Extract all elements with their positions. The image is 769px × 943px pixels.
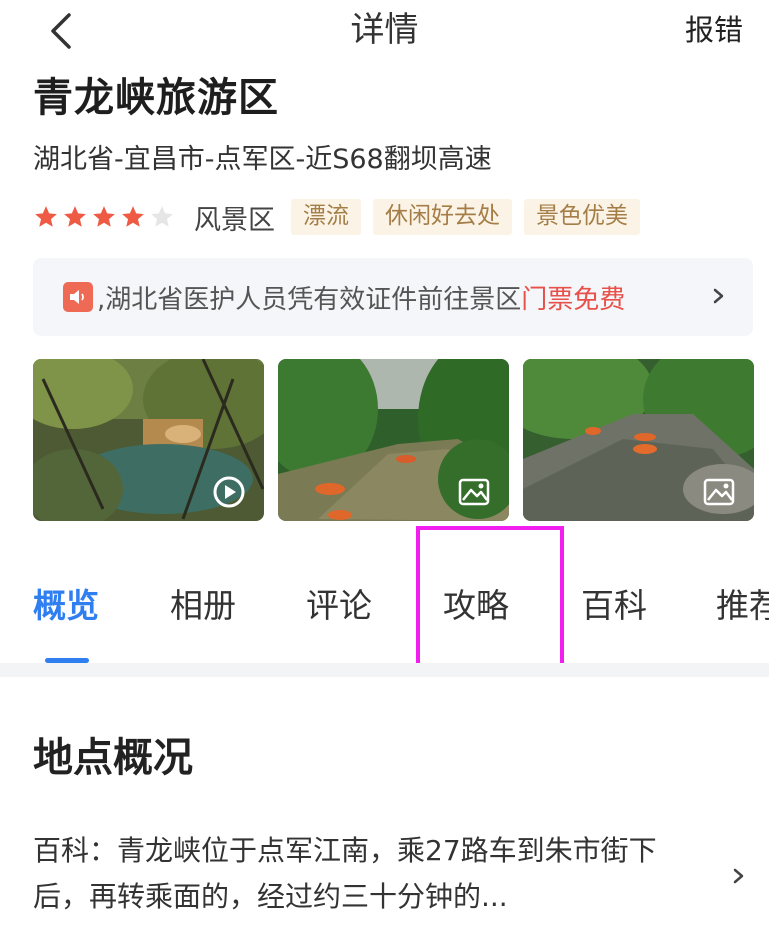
chevron-right-icon[interactable] xyxy=(731,862,747,890)
meta-row: 风景区 漂流 休闲好去处 景色优美 xyxy=(33,196,652,238)
tag-badge: 景色优美 xyxy=(524,199,640,235)
overview-body[interactable]: 百科：青龙峡位于点军江南，乘27路车到朱市街下后，再转乘面的，经过约三十分钟的.… xyxy=(33,828,683,920)
star-empty-icon xyxy=(151,206,173,227)
video-thumbnail[interactable] xyxy=(33,359,264,521)
place-name: 青龙峡旅游区 xyxy=(33,75,279,121)
play-icon xyxy=(213,476,245,508)
tab-recommend[interactable]: 推荐 xyxy=(716,584,769,628)
highlight-annotation-box xyxy=(416,526,564,667)
page-title: 详情 xyxy=(350,10,419,50)
photo-strip xyxy=(33,359,754,521)
tab-overview[interactable]: 概览 xyxy=(33,584,99,628)
tab-album[interactable]: 相册 xyxy=(170,584,236,628)
report-error-button[interactable]: 报错 xyxy=(685,10,743,50)
top-bar: 详情 报错 xyxy=(0,0,769,62)
notice-prefix: ,湖北省医护人员凭有效证件前往景区 xyxy=(97,284,522,315)
photo-thumbnail[interactable] xyxy=(278,359,509,521)
star-filled-icon xyxy=(35,206,57,227)
rating-stars xyxy=(33,204,178,230)
place-address: 湖北省-宜昌市-点军区-近S68翻坝高速 xyxy=(33,144,492,175)
tab-bar: 概览 相册 评论 攻略 百科 推荐 xyxy=(0,570,769,644)
tab-reviews[interactable]: 评论 xyxy=(306,584,372,628)
star-filled-icon xyxy=(93,206,115,227)
section-divider xyxy=(0,663,769,677)
star-filled-icon xyxy=(64,206,86,227)
chevron-right-icon xyxy=(713,288,724,304)
speaker-icon xyxy=(63,282,93,312)
photo-thumbnail[interactable] xyxy=(523,359,754,521)
overview-title: 地点概况 xyxy=(33,735,193,781)
tab-encyclopedia[interactable]: 百科 xyxy=(581,584,647,628)
image-icon xyxy=(703,478,735,506)
notice-banner[interactable]: ,湖北省医护人员凭有效证件前往景区门票免费 xyxy=(33,258,753,336)
notice-highlight: 门票免费 xyxy=(521,284,626,315)
image-icon xyxy=(458,478,490,506)
tag-badge: 漂流 xyxy=(291,199,361,235)
place-category: 风景区 xyxy=(194,204,275,236)
star-filled-icon xyxy=(122,206,144,227)
notice-text: ,湖北省医护人员凭有效证件前往景区门票免费 xyxy=(97,279,625,316)
tag-badge: 休闲好去处 xyxy=(373,199,512,235)
